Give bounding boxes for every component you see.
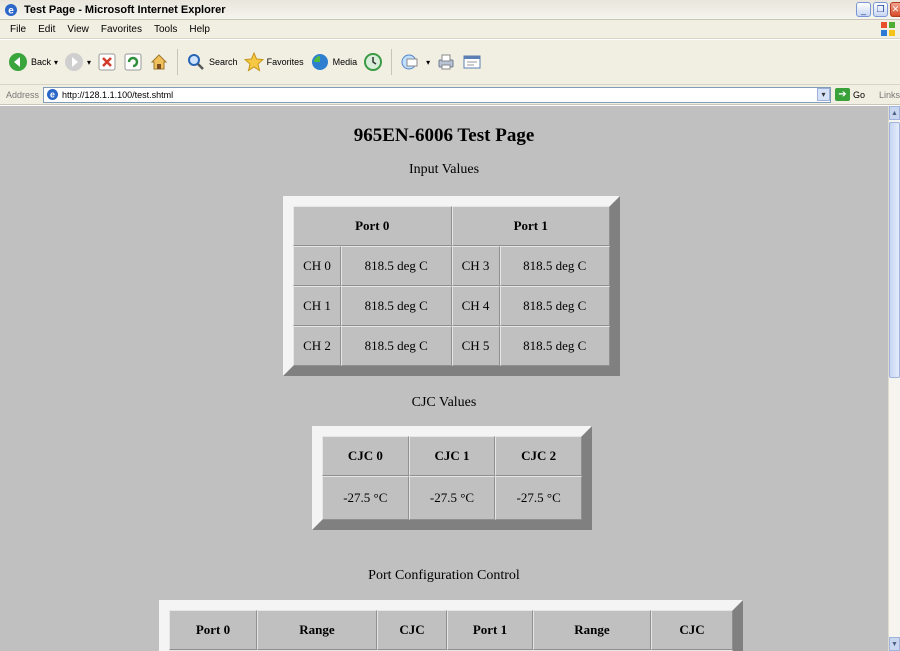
scroll-up-icon[interactable]: ▲ [889,106,900,120]
svg-text:e: e [50,90,55,100]
close-button[interactable]: ✕ [890,2,900,17]
input-values-heading: Input Values [408,162,480,177]
channel-value: 818.5 deg C [499,286,610,326]
channel-label: CH 0 [293,246,341,286]
channel-value: 818.5 deg C [341,246,452,286]
media-icon [311,54,328,70]
history-icon[interactable] [363,52,383,72]
edit-icon[interactable] [462,52,482,72]
channel-value: 818.5 deg C [499,326,610,366]
channel-value: 818.5 deg C [341,286,452,326]
search-button[interactable]: Search [186,52,238,72]
port-config-heading: Port Configuration Control [368,568,520,583]
range-header: Range [257,610,377,650]
minimize-button[interactable]: _ [856,2,871,17]
back-button[interactable]: Back ▾ [8,52,58,72]
port1-header: Port 1 [451,206,610,246]
vertical-scrollbar[interactable]: ▲ ▼ [888,106,900,651]
menu-favorites[interactable]: Favorites [95,24,148,35]
print-icon[interactable] [436,52,456,72]
ie-icon: e [5,3,17,16]
back-arrow-icon [9,53,27,71]
menu-view[interactable]: View [61,24,95,35]
channel-label: CH 2 [293,326,341,366]
cjc-header: CJC 0 [322,436,409,476]
address-url: http://128.1.1.100/test.shtml [62,89,174,100]
star-icon [243,52,264,72]
channel-label: CH 5 [451,326,500,366]
mail-icon[interactable] [400,52,420,72]
address-dropdown-icon[interactable]: ▾ [816,88,830,101]
mail-dropdown-icon[interactable]: ▾ [426,58,430,67]
input-values-table: Port 0 Port 1 CH 0 818.5 deg C CH 3 818.… [283,196,620,376]
media-button[interactable]: Media [310,52,358,72]
port0-header: Port 0 [293,206,452,246]
port-config-table: Port 0 Range CJC Port 1 Range CJC [159,600,743,651]
page-title: 965EN-6006 Test Page [353,125,535,146]
stop-icon[interactable] [97,52,117,72]
toolbar: Back ▾ ▾ Search Favorites Media ▾ [0,40,900,85]
cjc-header: CJC 2 [495,436,582,476]
title-bar: e Test Page - Microsoft Internet Explore… [0,0,900,20]
cjc-values-heading: CJC Values [411,395,477,410]
window-title: Test Page - Microsoft Internet Explorer [24,3,226,16]
search-icon [188,54,204,70]
toolbar-separator [177,49,179,75]
range-header: Range [533,610,651,650]
address-label: Address [6,89,40,100]
links-label[interactable]: Links [879,90,900,100]
channel-label: CH 4 [451,286,500,326]
cjc-value: -27.5 °C [322,476,409,520]
forward-button[interactable]: ▾ [64,52,91,72]
menu-help[interactable]: Help [183,24,216,35]
address-bar: Address e http://128.1.1.100/test.shtml … [0,85,900,105]
windows-logo-icon [881,22,895,36]
port0-header: Port 0 [169,610,257,650]
page-icon: e [47,89,59,100]
port1-header: Port 1 [447,610,533,650]
svg-text:e: e [8,5,14,16]
go-label: Go [852,89,865,100]
page-viewport: 965EN-6006 Test Page Input Values Port 0… [0,106,888,651]
refresh-icon[interactable] [123,52,143,72]
media-label: Media [332,57,358,67]
cjc-header: CJC [651,610,733,650]
cjc-value: -27.5 °C [495,476,582,520]
channel-value: 818.5 deg C [499,246,610,286]
home-icon[interactable] [149,52,169,72]
menu-bar: File Edit View Favorites Tools Help [0,20,900,39]
menu-tools[interactable]: Tools [148,24,183,35]
cjc-header: CJC 1 [408,436,496,476]
go-arrow-icon: ➔ [834,88,850,101]
toolbar-separator [391,49,393,75]
channel-value: 818.5 deg C [341,326,452,366]
favorites-button[interactable]: Favorites [243,52,304,72]
back-dropdown-icon[interactable]: ▾ [54,58,58,67]
scroll-down-icon[interactable]: ▼ [889,637,900,651]
forward-arrow-icon [65,53,84,71]
channel-label: CH 3 [451,246,500,286]
menu-edit[interactable]: Edit [32,24,61,35]
menu-file[interactable]: File [4,24,32,35]
channel-label: CH 1 [293,286,341,326]
address-input[interactable]: e http://128.1.1.100/test.shtml ▾ [43,86,831,103]
scroll-thumb[interactable] [889,122,900,378]
restore-button[interactable]: ❐ [873,2,888,17]
cjc-value: -27.5 °C [408,476,496,520]
favorites-label: Favorites [266,57,304,67]
forward-dropdown-icon[interactable]: ▾ [87,58,91,67]
back-label: Back [31,57,52,67]
cjc-header: CJC [377,610,447,650]
go-button[interactable]: ➔ Go [834,88,865,101]
cjc-values-table: CJC 0 CJC 1 CJC 2 -27.5 °C -27.5 °C -27.… [312,426,592,530]
search-label: Search [209,57,238,67]
